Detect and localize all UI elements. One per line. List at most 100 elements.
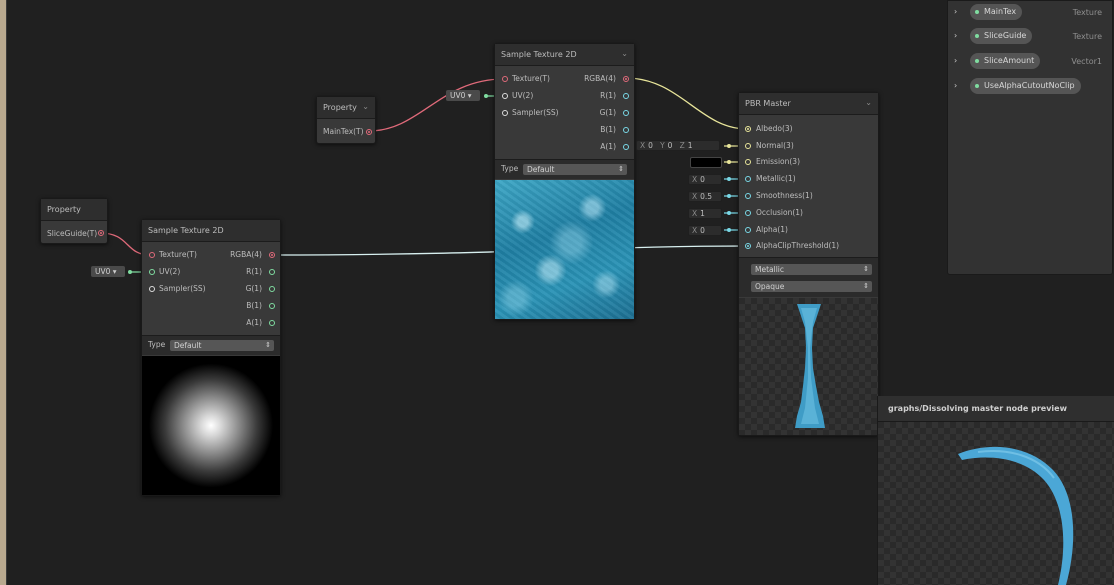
property-pill[interactable]: UseAlphaCutoutNoClip bbox=[970, 78, 1081, 94]
sampler-input-port[interactable] bbox=[502, 110, 508, 116]
emission-input-label: Emission(3) bbox=[756, 157, 800, 166]
type-dropdown-row: Type Default ⇕ bbox=[142, 335, 280, 355]
maintex-output-port[interactable] bbox=[366, 129, 372, 135]
expand-arrow-icon[interactable]: › bbox=[954, 56, 957, 65]
property-node-maintex[interactable]: Property ⌄ MainTex(T) bbox=[316, 96, 376, 144]
uv-chip-label: UV0 bbox=[95, 267, 111, 276]
sample-texture-title: Sample Texture 2D bbox=[501, 50, 577, 59]
metallic-value-field[interactable]: X0 bbox=[688, 174, 722, 185]
uv-input-port[interactable] bbox=[502, 93, 508, 99]
b-output-port[interactable] bbox=[623, 127, 629, 133]
g-output-port[interactable] bbox=[269, 286, 275, 292]
pbr-master-title: PBR Master bbox=[745, 99, 791, 108]
master-preview-viewport[interactable] bbox=[878, 422, 1114, 585]
alpha-input-port[interactable] bbox=[745, 227, 751, 233]
emission-input-port[interactable] bbox=[745, 159, 751, 165]
g-output-port[interactable] bbox=[623, 110, 629, 116]
emission-color-swatch[interactable] bbox=[690, 157, 722, 168]
texture-input-port[interactable] bbox=[149, 252, 155, 258]
sampler-input-port[interactable] bbox=[149, 286, 155, 292]
smoothness-field-port[interactable] bbox=[727, 194, 731, 198]
type-dropdown[interactable]: Default ⇕ bbox=[523, 164, 627, 175]
master-preview-title: graphs/Dissolving master node preview bbox=[878, 396, 1114, 422]
occlusion-field-port[interactable] bbox=[727, 211, 731, 215]
smoothness-input-port[interactable] bbox=[745, 193, 751, 199]
water-texture-preview bbox=[495, 180, 634, 319]
chevron-down-icon[interactable]: ⌄ bbox=[865, 98, 872, 107]
property-output-label: MainTex(T) bbox=[323, 127, 364, 136]
emission-field-port[interactable] bbox=[727, 160, 731, 164]
alpha-value-field[interactable]: X0 bbox=[688, 225, 722, 236]
r-output-port[interactable] bbox=[269, 269, 275, 275]
property-pill[interactable]: SliceGuide bbox=[970, 28, 1033, 44]
blackboard-property-row[interactable]: › MainTex Texture bbox=[954, 4, 1104, 20]
b-output-label: B(1) bbox=[246, 301, 262, 310]
smoothness-value-field[interactable]: X 0.5 bbox=[688, 191, 722, 202]
a-output-label: A(1) bbox=[246, 318, 262, 327]
window-frame-inner-edge bbox=[6, 0, 7, 585]
texture-input-label: Texture(T) bbox=[159, 250, 197, 259]
master-settings: Metallic ⇕ Opaque ⇕ bbox=[739, 257, 878, 297]
dropdown-arrow-icon: ⇕ bbox=[863, 282, 869, 290]
uv-input-chip-top[interactable]: UV0 ▾ bbox=[446, 90, 480, 101]
sample-texture-2d-node-left[interactable]: Sample Texture 2D Texture(T) UV(2) Sampl… bbox=[141, 219, 281, 496]
sample-texture-header: Sample Texture 2D bbox=[142, 220, 280, 242]
alpha-field-port[interactable] bbox=[727, 228, 731, 232]
chevron-down-icon[interactable]: ⌄ bbox=[362, 102, 369, 111]
property-pill[interactable]: SliceAmount bbox=[970, 53, 1041, 69]
a-output-port[interactable] bbox=[269, 320, 275, 326]
albedo-input-port[interactable] bbox=[745, 126, 751, 132]
chevron-down-icon[interactable]: ⌄ bbox=[621, 49, 628, 58]
occlusion-value-field[interactable]: X1 bbox=[688, 208, 722, 219]
radial-gradient-preview bbox=[142, 356, 280, 495]
a-output-port[interactable] bbox=[623, 144, 629, 150]
sample-texture-title: Sample Texture 2D bbox=[148, 226, 224, 235]
property-dot-icon bbox=[975, 84, 979, 88]
workflow-dropdown[interactable]: Metallic ⇕ bbox=[751, 264, 872, 275]
blackboard-property-row[interactable]: › SliceGuide Texture bbox=[954, 28, 1104, 44]
rgba-output-port[interactable] bbox=[623, 76, 629, 82]
sliceguide-output-port[interactable] bbox=[98, 230, 104, 236]
sampler-input-label: Sampler(SS) bbox=[512, 108, 559, 117]
type-dropdown[interactable]: Default ⇕ bbox=[170, 340, 274, 351]
metallic-field-port[interactable] bbox=[727, 177, 731, 181]
dropdown-arrow-icon: ⇕ bbox=[265, 341, 271, 349]
type-dropdown-value: Default bbox=[174, 341, 202, 350]
r-output-port[interactable] bbox=[623, 93, 629, 99]
property-node-sliceguide[interactable]: Property SliceGuide(T) bbox=[40, 198, 108, 244]
metallic-input-port[interactable] bbox=[745, 176, 751, 182]
pbr-master-node[interactable]: PBR Master ⌄ Albedo(3) Normal(3) Emissio… bbox=[738, 92, 879, 436]
surface-dropdown[interactable]: Opaque ⇕ bbox=[751, 281, 872, 292]
expand-arrow-icon[interactable]: › bbox=[954, 81, 957, 90]
expand-arrow-icon[interactable]: › bbox=[954, 7, 957, 16]
dissolving-mesh-preview bbox=[795, 304, 825, 428]
uv-input-chip-left[interactable]: UV0 ▾ bbox=[91, 266, 125, 277]
rgba-output-port[interactable] bbox=[269, 252, 275, 258]
sample-texture-2d-node-top[interactable]: Sample Texture 2D ⌄ Texture(T) UV(2) Sam… bbox=[494, 43, 635, 320]
dropdown-arrow-icon: ⇕ bbox=[863, 265, 869, 273]
texture-input-port[interactable] bbox=[502, 76, 508, 82]
alpha-clip-threshold-input-port[interactable] bbox=[745, 243, 751, 249]
wire-rgba-to-albedo bbox=[625, 77, 748, 130]
occlusion-input-port[interactable] bbox=[745, 210, 751, 216]
blackboard-property-row[interactable]: › UseAlphaCutoutNoClip bbox=[954, 78, 1104, 94]
normal-input-label: Normal(3) bbox=[756, 141, 794, 150]
expand-arrow-icon[interactable]: › bbox=[954, 31, 957, 40]
normal-field-port[interactable] bbox=[727, 144, 731, 148]
master-preview-window[interactable]: graphs/Dissolving master node preview bbox=[877, 396, 1114, 585]
normal-vector-field[interactable]: X0 Y0 Z1 bbox=[636, 140, 720, 151]
blackboard-property-row[interactable]: › SliceAmount Vector1 bbox=[954, 53, 1104, 69]
property-pill[interactable]: MainTex bbox=[970, 4, 1023, 20]
uv-input-port[interactable] bbox=[149, 269, 155, 275]
uv-chip-left-port[interactable] bbox=[128, 270, 132, 274]
uv-input-label: UV(2) bbox=[512, 91, 534, 100]
b-output-port[interactable] bbox=[269, 303, 275, 309]
sample-texture-header: Sample Texture 2D ⌄ bbox=[495, 44, 634, 66]
type-dropdown-row: Type Default ⇕ bbox=[495, 159, 634, 179]
normal-input-port[interactable] bbox=[745, 143, 751, 149]
occlusion-input-label: Occlusion(1) bbox=[756, 208, 803, 217]
type-dropdown-value: Default bbox=[527, 165, 555, 174]
uv-chip-label: UV0 bbox=[450, 91, 466, 100]
uv-chip-top-port[interactable] bbox=[484, 94, 488, 98]
surface-value: Opaque bbox=[755, 282, 785, 291]
